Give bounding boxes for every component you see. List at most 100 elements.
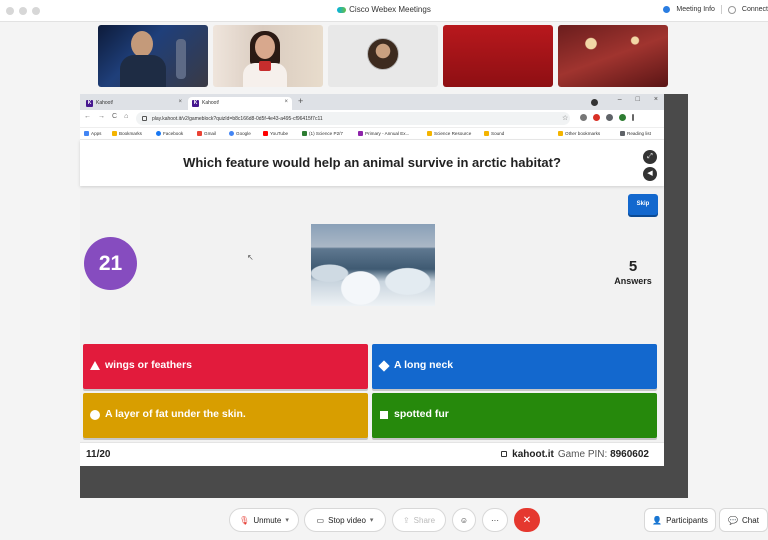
game-footer: 11/20 kahoot.it Game PIN: 8960602 [80,442,664,466]
video-strip [0,22,768,92]
browser-window-controls: – □ × [618,96,658,103]
speaker-icon[interactable]: ◀ [643,167,657,181]
bookmark-item[interactable]: Sound [484,131,504,136]
forward-arrow-icon[interactable]: → [98,113,105,120]
chevron-down-icon[interactable]: ▾ [285,516,289,524]
participant-scarf [259,61,271,71]
game-pin-info: kahoot.it Game PIN: 8960602 [501,449,649,460]
participant-avatar-tile[interactable] [328,25,438,87]
answer-green-square[interactable]: spotted fur [372,393,657,438]
app-title: Cisco Webex Meetings [0,5,768,14]
lock-icon [142,116,147,121]
camera-icon: ▭ [316,515,325,525]
participant-head [131,31,153,57]
bookmark-item[interactable]: (1) Science P2/7 [302,131,343,136]
folder-icon [558,131,563,136]
circle-icon [90,410,100,420]
webex-logo-icon [337,6,347,13]
bookmark-item[interactable]: YouTube [263,131,288,136]
more-options-button[interactable]: ··· [482,508,508,532]
bookmarks-bar: Apps Bookmarks Facebook Gmail Google You… [80,128,664,140]
extension-icon[interactable] [593,114,600,121]
browser-tab-active[interactable]: K Kahoot! × [188,97,292,110]
participants-label: Participants [666,515,708,525]
bookmark-item[interactable]: Science Resource [427,131,471,136]
url-text: play.kahoot.it/v2/gameblock?quizId=b8c16… [152,116,323,122]
bookmark-item[interactable]: Bookmarks [112,131,142,136]
browser-menu-icon[interactable] [632,114,634,121]
app-title-text: Cisco Webex Meetings [349,5,431,14]
profile-avatar-icon[interactable] [619,114,626,121]
browser-tab[interactable]: K Kahoot! × [82,97,186,110]
countdown-timer: 21 [84,237,137,290]
bookmark-item[interactable]: Google [229,131,251,136]
diamond-icon [378,360,390,372]
participant-video-tile[interactable] [558,25,668,87]
share-button[interactable]: ⇪ Share [392,508,446,532]
back-arrow-icon[interactable]: ← [84,113,91,120]
browser-toolbar: ← → C ⌂ play.kahoot.it/v2/gameblock?quiz… [80,110,664,128]
skip-button[interactable]: Skip [628,194,658,215]
extension-puzzle-icon[interactable] [606,114,613,121]
participant-video-tile[interactable] [213,25,323,87]
tab-label: Kahoot! [202,100,220,106]
participant-body [120,55,166,87]
leave-meeting-button[interactable]: ✕ [514,508,540,532]
chat-button[interactable]: 💬 Chat [719,508,768,532]
info-dot-icon [663,6,671,13]
meeting-info-button[interactable]: Meeting Info [676,6,715,13]
meeting-controls: 🎙 Unmute ▾ ▭ Stop video ▾ ⇪ Share ☺ ··· … [0,500,768,540]
divider [720,5,722,14]
stop-video-label: Stop video [328,515,366,525]
google-icon [229,131,234,136]
gmail-icon [197,131,202,136]
answers-counter: 5 Answers [600,258,666,286]
unmute-button[interactable]: 🎙 Unmute ▾ [229,508,299,532]
reload-icon[interactable]: C [112,113,117,120]
bookmark-item[interactable]: Gmail [197,131,216,136]
record-icon [591,99,598,106]
address-bar[interactable]: play.kahoot.it/v2/gameblock?quizId=b8c16… [136,112,570,125]
bookmark-item[interactable]: Facebook [156,131,183,136]
title-bar-actions: Meeting Info Connect [663,5,768,14]
participant-video-tile[interactable] [443,25,553,87]
close-tab-icon[interactable]: × [284,99,288,105]
square-icon [380,411,388,419]
game-pin-value: 8960602 [610,449,649,460]
participants-icon: 👤 [652,515,663,525]
close-tab-icon[interactable]: × [178,99,182,105]
title-bar: Cisco Webex Meetings Meeting Info Connec… [0,0,768,22]
bookmark-item[interactable]: Apps [84,131,101,136]
answer-yellow-circle[interactable]: A layer of fat under the skin. [83,393,368,438]
fullscreen-icon[interactable]: ⤢ [643,150,657,164]
connect-button[interactable]: Connect [742,6,768,13]
home-icon[interactable]: ⌂ [124,113,128,120]
avatar [367,38,399,70]
chevron-down-icon[interactable]: ▾ [370,516,374,524]
answer-red-triangle[interactable]: wings or feathers [83,344,368,389]
bookmark-item[interactable]: Other bookmarks [558,131,600,136]
extension-pen-icon[interactable] [580,114,587,121]
webex-window: Cisco Webex Meetings Meeting Info Connec… [0,0,768,540]
minimize-icon[interactable]: – [618,96,622,103]
bookmark-star-icon[interactable]: ☆ [562,114,568,122]
folder-icon [484,131,489,136]
answers-label: Answers [614,276,652,286]
question-text: Which feature would help an animal survi… [183,155,561,170]
stop-video-button[interactable]: ▭ Stop video ▾ [304,508,386,532]
answers-count: 5 [628,258,638,275]
maximize-icon[interactable]: □ [636,96,640,103]
participant-face [255,35,275,59]
participants-button[interactable]: 👤 Participants [644,508,716,532]
shared-browser-window: K Kahoot! × K Kahoot! × + – □ × ← → C ⌂ … [80,94,664,466]
share-icon: ⇪ [402,515,410,525]
reactions-button[interactable]: ☺ [452,508,476,532]
bookmark-item[interactable]: Primary - Annual Ex... [358,131,409,136]
facebook-icon [156,131,161,136]
close-icon[interactable]: × [654,96,658,103]
browser-tab-strip: K Kahoot! × K Kahoot! × + – □ × [80,94,664,110]
answer-blue-diamond[interactable]: A long neck [372,344,657,389]
participant-video-tile[interactable] [98,25,208,87]
new-tab-button[interactable]: + [298,96,303,106]
bookmark-item[interactable]: Reading list [620,131,651,136]
